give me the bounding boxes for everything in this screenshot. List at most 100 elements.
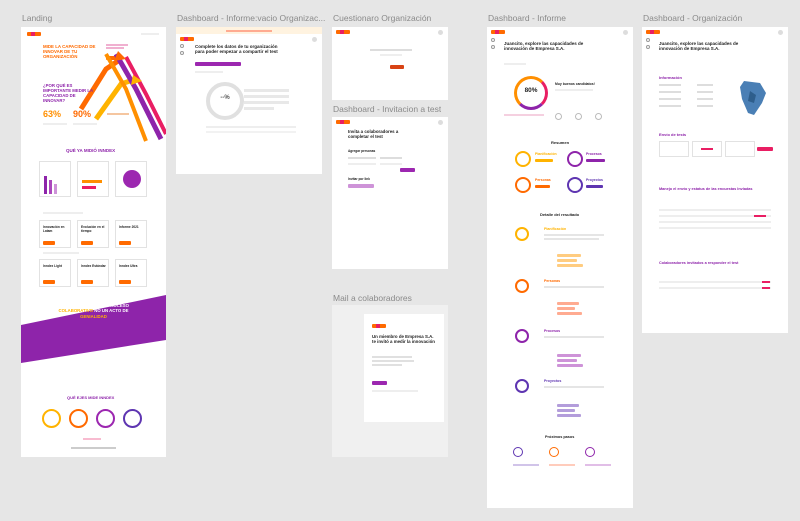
placeholder-line-4 [244, 107, 274, 110]
next-step-icon-3 [585, 447, 595, 457]
metric-card-2[interactable] [77, 161, 109, 197]
step-icon-1[interactable] [555, 113, 562, 120]
score-description [555, 89, 593, 91]
detail-bar-proyectos-3 [557, 414, 581, 417]
table-row[interactable] [659, 281, 771, 283]
artboard-landing: MIDE LA CAPACIDAD DE INNOVAR DE TU ORGAN… [21, 27, 166, 457]
tab-informe[interactable] [504, 63, 526, 65]
sidebar-settings-icon[interactable] [646, 45, 650, 49]
info-field-1 [659, 84, 681, 86]
frame-label-dashboard-empty[interactable]: Dashboard - Informe:vacio Organizac... [177, 13, 327, 23]
delete-link[interactable] [762, 281, 770, 283]
email-field-2[interactable] [380, 163, 402, 165]
next-step-list-1[interactable] [513, 464, 539, 466]
stat-90: 90% [73, 109, 92, 119]
avatar[interactable] [438, 120, 443, 125]
next-step-list-3[interactable] [585, 464, 611, 466]
alert-text [226, 30, 272, 32]
sidebar-home-icon[interactable] [180, 44, 184, 48]
table-row[interactable] [659, 227, 771, 229]
next-step-list-2[interactable] [549, 464, 575, 466]
resumen-bar-personas [535, 185, 551, 188]
resumen-icon-personas [515, 177, 531, 193]
plan-card-light[interactable]: Inndex Light [39, 259, 71, 287]
table-row[interactable] [659, 221, 771, 223]
plan-card-estandar-button[interactable] [81, 280, 93, 284]
mail-body-line-2 [372, 360, 414, 362]
step-icon-2[interactable] [575, 113, 582, 120]
report-card-2021[interactable]: Informe 2021 [115, 220, 147, 248]
frame-label-mail[interactable]: Mail a colaboradores [333, 293, 412, 303]
info-field-3 [659, 91, 681, 93]
stat-card-pending [692, 141, 722, 157]
report-card-latam[interactable]: Innovación en Latam [39, 220, 71, 248]
detail-title-personas: Personas [544, 279, 561, 283]
copy-link-button[interactable] [348, 184, 374, 188]
questionnaire-intro [370, 49, 412, 51]
detail-bar-procesos-2 [557, 359, 577, 362]
table-row[interactable] [659, 287, 771, 289]
plan-card-ultra[interactable]: Inndex Ultra [115, 259, 147, 287]
metric-card-3[interactable] [115, 161, 147, 197]
resumen-title: Resumen [551, 140, 570, 145]
nav-links [141, 33, 159, 35]
avatar[interactable] [438, 30, 443, 35]
name-field[interactable] [348, 157, 376, 159]
metric-card-1[interactable] [39, 161, 71, 197]
avatar[interactable] [312, 37, 317, 42]
frame-label-dashboard-informe[interactable]: Dashboard - Informe [488, 13, 566, 23]
tab-informe[interactable] [195, 71, 223, 73]
resumen-bar-planificacion [535, 159, 553, 162]
detalle-title: Detalle del resultado [540, 212, 580, 217]
plan-card-ultra-button[interactable] [119, 280, 131, 284]
complete-data-button[interactable] [195, 62, 241, 66]
mail-cta-button[interactable] [372, 381, 387, 385]
sidebar-home-icon[interactable] [646, 38, 650, 42]
resumen-icon-proyectos [567, 177, 583, 193]
detail-bar-planificacion-3 [557, 264, 583, 267]
reenviar-link[interactable] [754, 215, 766, 217]
frame-label-landing[interactable]: Landing [22, 13, 52, 23]
sidebar-home-icon[interactable] [491, 38, 495, 42]
informacion-title: Información [659, 75, 682, 80]
detail-text-proyectos [544, 386, 604, 388]
table-row[interactable] [659, 209, 771, 211]
send-tests-button[interactable] [757, 147, 773, 151]
empty-score-ring [206, 82, 244, 120]
report-card-evolucion-button[interactable] [81, 241, 93, 245]
avatar[interactable] [778, 30, 783, 35]
mail-card: Un miembro de Empresa S.A. te invitó a m… [364, 314, 444, 422]
axes-link[interactable] [83, 438, 101, 440]
frame-label-invitacion[interactable]: Dashboard - Invitacion a test [333, 104, 441, 114]
detail-bar-proyectos-1 [557, 404, 579, 407]
detail-bar-personas-1 [557, 302, 579, 305]
detail-icon-procesos [515, 329, 529, 343]
axes-title: QUÉ EJES MIDE INNDEX [67, 395, 115, 400]
sidebar-settings-icon[interactable] [180, 51, 184, 55]
name-field-2[interactable] [348, 163, 376, 165]
legend-row-2 [206, 131, 296, 133]
frame-label-cuestionario[interactable]: Cuestionaro Organización [333, 13, 431, 23]
detail-bar-planificacion-2 [557, 259, 577, 262]
report-card-evolucion[interactable]: Evolución en el tiempo [77, 220, 109, 248]
resumen-bar-procesos [586, 159, 605, 162]
plan-card-light-button[interactable] [43, 280, 55, 284]
detail-bar-proyectos-2 [557, 409, 575, 412]
avatar[interactable] [623, 30, 628, 35]
questionnaire-sub [380, 54, 402, 56]
plan-card-estandar[interactable]: Inndex Estándar [77, 259, 109, 287]
start-questionnaire-button[interactable] [390, 65, 404, 69]
logo [180, 37, 194, 41]
sidebar-settings-icon[interactable] [491, 45, 495, 49]
delete-link[interactable] [762, 287, 770, 289]
step-icon-3[interactable] [595, 113, 602, 120]
invitados-title: Colaboradores invitados a responder el t… [659, 261, 739, 265]
report-card-2021-button[interactable] [119, 241, 131, 245]
frame-label-dashboard-organizacion[interactable]: Dashboard - Organización [643, 13, 742, 23]
resumen-label-proyectos: Proyectos [586, 178, 603, 182]
report-card-latam-button[interactable] [43, 241, 55, 245]
email-field[interactable] [380, 157, 402, 159]
send-invite-button[interactable] [400, 168, 415, 172]
mail-title: Un miembro de Empresa S.A. te invitó a m… [372, 334, 435, 345]
detail-bar-personas-2 [557, 307, 575, 310]
